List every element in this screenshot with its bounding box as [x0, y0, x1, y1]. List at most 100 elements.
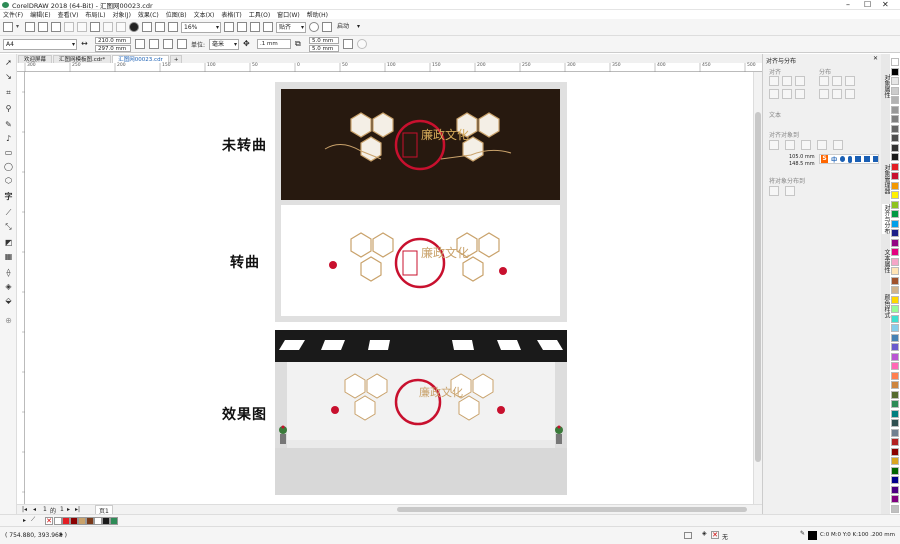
menu-bitmaps[interactable]: 位图(B): [166, 10, 187, 19]
menu-window[interactable]: 窗口(W): [277, 10, 300, 19]
palette-swatch[interactable]: [891, 115, 899, 123]
document-swatch[interactable]: [86, 517, 94, 525]
menu-help[interactable]: 帮助(H): [307, 10, 328, 19]
vertical-scrollbar[interactable]: [753, 72, 762, 504]
palette-swatch[interactable]: [891, 267, 899, 275]
menu-table[interactable]: 表格(T): [221, 10, 241, 19]
tab-welcome[interactable]: 欢迎屏幕: [18, 55, 53, 63]
paste-icon[interactable]: [90, 22, 100, 32]
palette-swatch[interactable]: [891, 324, 899, 332]
palette-swatch[interactable]: [891, 229, 899, 237]
prev-page-button[interactable]: ◂: [33, 506, 36, 513]
artwork-converted[interactable]: 廉政文化: [281, 205, 560, 316]
document-swatch[interactable]: [102, 517, 110, 525]
new-tab-button[interactable]: +: [169, 55, 183, 63]
menu-file[interactable]: 文件(F): [3, 10, 23, 19]
palette-swatch[interactable]: [891, 305, 899, 313]
document-color-icon[interactable]: [684, 532, 692, 539]
transparency-tool-icon[interactable]: ▦: [4, 252, 13, 261]
palette-swatch[interactable]: [891, 58, 899, 66]
palette-swatch[interactable]: [891, 400, 899, 408]
palette-swatch[interactable]: [891, 447, 899, 456]
palette-swatch[interactable]: [891, 96, 899, 104]
last-page-button[interactable]: ▸|: [75, 506, 80, 513]
document-swatch[interactable]: [110, 517, 118, 525]
ellipse-tool-icon[interactable]: ◯: [4, 162, 13, 171]
palette-swatch[interactable]: [891, 276, 899, 285]
spacing-selection-icon[interactable]: [769, 186, 779, 196]
align-bottom-icon[interactable]: [795, 89, 805, 99]
horizontal-ruler[interactable]: 300 250 200 150 100 50 0 50 100 150 200 250 300 350 40…: [17, 63, 762, 72]
distribute-bottom-icon[interactable]: [845, 89, 855, 99]
duplicate-y-field[interactable]: 5.0 mm: [309, 44, 340, 52]
menu-view[interactable]: 查看(V): [58, 10, 79, 19]
vertical-ruler[interactable]: [17, 72, 25, 504]
save-icon[interactable]: [38, 22, 48, 32]
palette-swatch[interactable]: [891, 181, 899, 190]
align-to-active-icon[interactable]: [769, 140, 779, 150]
tab-current-file[interactable]: 汇图网00023.cdr: [112, 55, 169, 63]
add-tool-icon[interactable]: ⊕: [4, 316, 13, 325]
copy-icon[interactable]: [77, 22, 87, 32]
palette-swatch[interactable]: [891, 172, 899, 180]
palette-swatch[interactable]: [891, 143, 899, 152]
publish-pdf-icon[interactable]: [168, 22, 178, 32]
palette-swatch[interactable]: [891, 314, 899, 323]
pick-tool-icon[interactable]: ➚: [4, 58, 13, 67]
duplicate-x-field[interactable]: 5.0 mm: [309, 36, 340, 44]
redo-icon[interactable]: [116, 22, 126, 32]
align-top-icon[interactable]: [769, 89, 779, 99]
document-swatch[interactable]: [62, 517, 70, 525]
palette-swatch[interactable]: [891, 476, 899, 484]
distribute-top-icon[interactable]: [819, 89, 829, 99]
align-to-point-icon[interactable]: [833, 140, 843, 150]
align-left-icon[interactable]: [769, 76, 779, 86]
open-icon[interactable]: [25, 22, 35, 32]
rectangle-tool-icon[interactable]: ▭: [4, 148, 13, 157]
all-pages-icon[interactable]: [163, 39, 173, 49]
align-to-grid-icon[interactable]: [817, 140, 827, 150]
palette-swatch[interactable]: [891, 77, 899, 85]
palette-swatch[interactable]: [891, 191, 899, 199]
palette-swatch[interactable]: [891, 428, 899, 437]
palette-swatch[interactable]: [891, 390, 899, 399]
full-screen-icon[interactable]: [224, 22, 234, 32]
palette-swatch[interactable]: [891, 257, 899, 266]
page-size-select[interactable]: A4: [3, 38, 77, 50]
palette-swatch[interactable]: [891, 343, 899, 351]
menu-effects[interactable]: 效果(C): [138, 10, 159, 19]
distribute-middle-icon[interactable]: [832, 89, 842, 99]
palette-swatch[interactable]: [891, 200, 899, 209]
menu-text[interactable]: 文本(X): [194, 10, 215, 19]
palette-swatch[interactable]: [891, 466, 899, 475]
ime-keyboard-icon[interactable]: [855, 156, 862, 162]
search-content-icon[interactable]: [129, 22, 139, 32]
eyedropper-icon[interactable]: ⟋: [31, 516, 35, 524]
spacing-page-icon[interactable]: [785, 186, 795, 196]
ime-skin-icon[interactable]: [864, 156, 870, 162]
close-button[interactable]: ✕: [882, 0, 889, 10]
zoom-level-select[interactable]: 16%: [181, 21, 221, 33]
next-page-button[interactable]: ▸: [67, 506, 70, 513]
palette-swatch[interactable]: [891, 210, 899, 218]
units-select[interactable]: 毫米: [209, 38, 240, 50]
no-color-swatch[interactable]: ✕: [45, 517, 53, 525]
palette-menu-icon[interactable]: ▸: [23, 517, 26, 524]
align-center-v-icon[interactable]: [782, 89, 792, 99]
document-swatch[interactable]: [70, 517, 78, 525]
import-icon[interactable]: [142, 22, 152, 32]
palette-swatch[interactable]: [891, 248, 899, 256]
current-page-icon[interactable]: [177, 39, 187, 49]
align-to-page-edge-icon[interactable]: [785, 140, 795, 150]
palette-swatch[interactable]: [891, 153, 899, 161]
ime-punct-icon[interactable]: [840, 156, 846, 162]
align-center-h-icon[interactable]: [782, 76, 792, 86]
palette-swatch[interactable]: [891, 419, 899, 427]
snap-to-select[interactable]: 贴齐: [276, 21, 306, 33]
effect-photo[interactable]: 廉政文化: [275, 330, 567, 495]
fill-none-swatch[interactable]: ✕: [711, 531, 719, 539]
distribute-right-icon[interactable]: [845, 76, 855, 86]
palette-swatch[interactable]: [891, 67, 899, 76]
connector-tool-icon[interactable]: ⤡: [4, 222, 13, 231]
undo-icon[interactable]: [103, 22, 113, 32]
